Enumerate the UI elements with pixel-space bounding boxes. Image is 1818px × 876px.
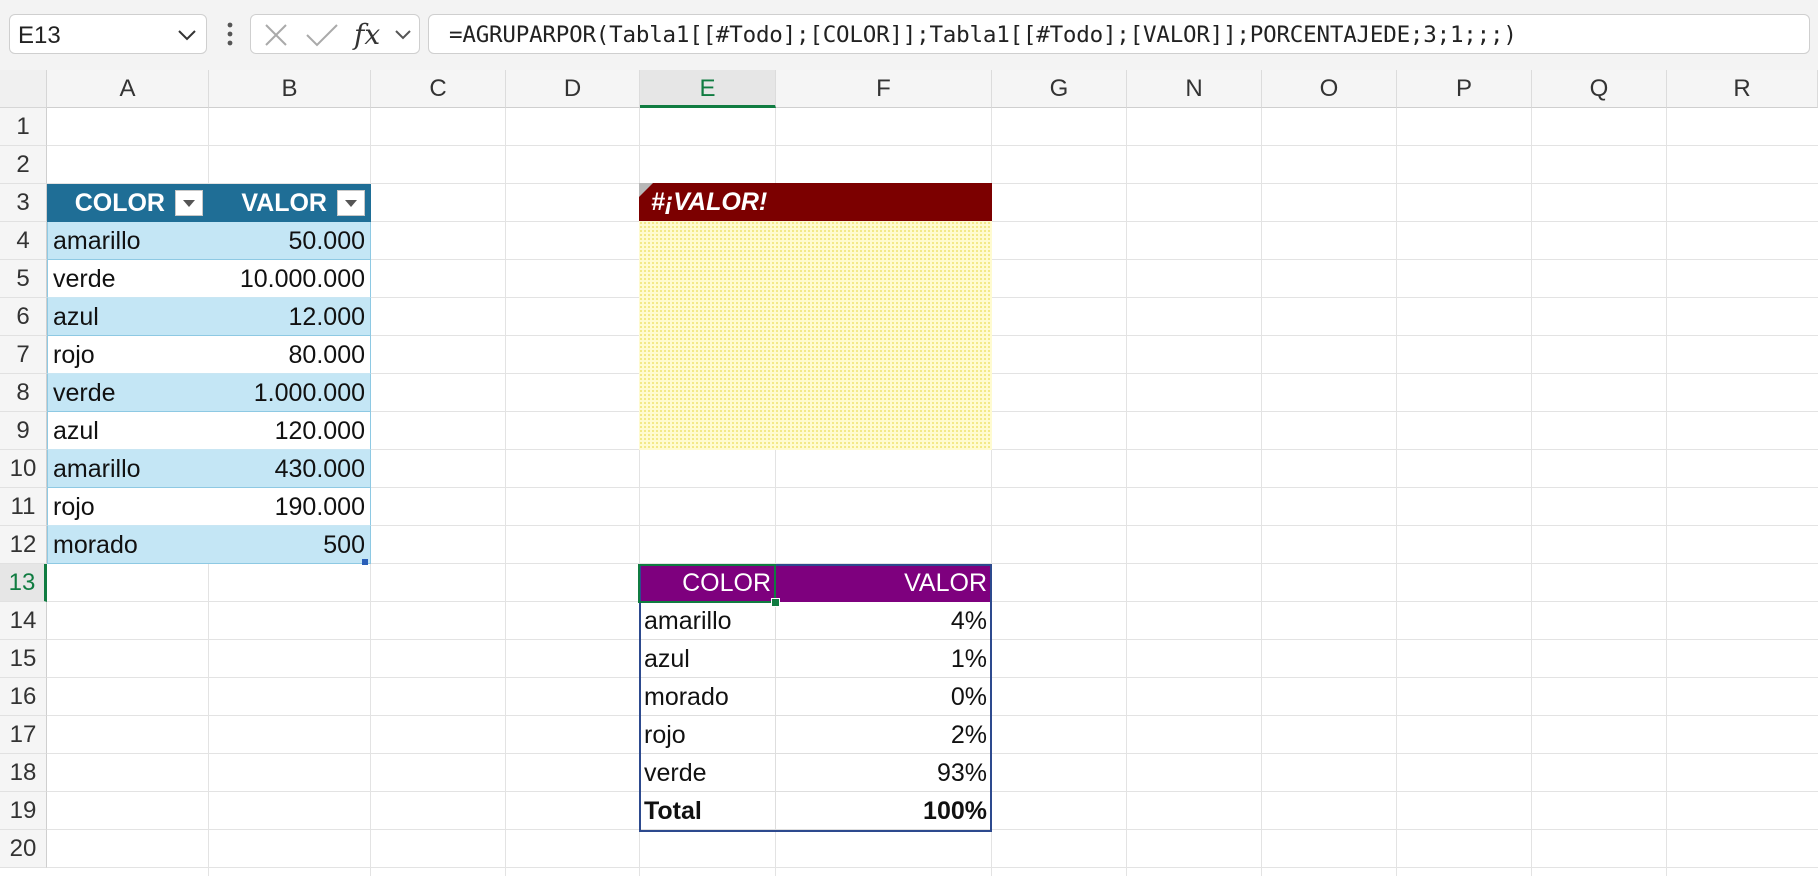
column-header-e[interactable]: E [640, 70, 776, 108]
row-header-18[interactable]: 18 [0, 754, 47, 792]
row-header-16[interactable]: 16 [0, 678, 47, 716]
table1-cell[interactable]: 190.000 [209, 488, 371, 526]
row-header-6[interactable]: 6 [0, 298, 47, 336]
row-header-4[interactable]: 4 [0, 222, 47, 260]
row-header-20[interactable]: 20 [0, 830, 47, 868]
table1-cell[interactable]: azul [47, 298, 209, 336]
column-header-f[interactable]: F [776, 70, 992, 108]
formula-buttons: fx [250, 14, 420, 54]
column-header-o[interactable]: O [1262, 70, 1397, 108]
column-header-r[interactable]: R [1667, 70, 1818, 108]
row-header-19[interactable]: 19 [0, 792, 47, 830]
table1-cell[interactable]: 1.000.000 [209, 374, 371, 412]
result-cell[interactable]: 1% [776, 640, 992, 678]
formula-input[interactable]: =AGRUPARPOR(Tabla1[[#Todo];[COLOR]];Tabl… [428, 14, 1810, 54]
chevron-down-icon[interactable] [176, 25, 198, 45]
error-indicator-icon[interactable] [639, 183, 653, 197]
table1-cell[interactable]: amarillo [47, 450, 209, 488]
result-cell[interactable]: verde [639, 754, 776, 792]
active-cell-selection[interactable] [638, 564, 776, 603]
table1-cell[interactable]: verde [47, 260, 209, 298]
table1-cell[interactable]: 12.000 [209, 298, 371, 336]
row-header-14[interactable]: 14 [0, 602, 47, 640]
formula-text: =AGRUPARPOR(Tabla1[[#Todo];[COLOR]];Tabl… [449, 22, 1517, 48]
more-options-icon[interactable] [222, 20, 238, 48]
column-header-b[interactable]: B [209, 70, 371, 108]
result-total-value[interactable]: 100% [776, 792, 992, 830]
select-all-corner[interactable] [0, 70, 47, 108]
table-resize-handle[interactable] [362, 559, 368, 565]
result-total-label[interactable]: Total [639, 792, 776, 830]
row-header-2[interactable]: 2 [0, 146, 47, 184]
result-cell[interactable]: rojo [639, 716, 776, 754]
row-header-13[interactable]: 13 [0, 564, 47, 602]
table1-cell[interactable]: 10.000.000 [209, 260, 371, 298]
insert-function-icon[interactable]: fx [354, 18, 380, 51]
table1-cell[interactable]: morado [47, 526, 209, 564]
row-header-12[interactable]: 12 [0, 526, 47, 564]
table1-cell[interactable]: 50.000 [209, 222, 371, 260]
column-header-p[interactable]: P [1397, 70, 1532, 108]
table1-cell[interactable]: amarillo [47, 222, 209, 260]
row-header-1[interactable]: 1 [0, 108, 47, 146]
table1-cell[interactable]: azul [47, 412, 209, 450]
result-cell[interactable]: amarillo [639, 602, 776, 640]
result-cell[interactable]: 0% [776, 678, 992, 716]
name-box[interactable]: E13 [9, 14, 207, 54]
column-header-g[interactable]: G [992, 70, 1127, 108]
result-header-valor[interactable]: VALOR [776, 564, 992, 602]
row-header-8[interactable]: 8 [0, 374, 47, 412]
table1-cell[interactable]: 500 [209, 526, 371, 564]
column-header-q[interactable]: Q [1532, 70, 1667, 108]
table1-cell[interactable]: 430.000 [209, 450, 371, 488]
row-header-17[interactable]: 17 [0, 716, 47, 754]
row-header-10[interactable]: 10 [0, 450, 47, 488]
column-header-a[interactable]: A [47, 70, 209, 108]
formula-bar: E13 fx =AGRUPARPOR(Tabla1[[#Todo];[COLOR… [0, 0, 1818, 71]
result-cell[interactable]: azul [639, 640, 776, 678]
row-header-11[interactable]: 11 [0, 488, 47, 526]
filter-dropdown-icon[interactable] [337, 190, 365, 216]
table1-cell[interactable]: verde [47, 374, 209, 412]
column-header-d[interactable]: D [506, 70, 640, 108]
row-header-7[interactable]: 7 [0, 336, 47, 374]
table1-cell[interactable]: 120.000 [209, 412, 371, 450]
error-value-cell[interactable]: #¡VALOR! [639, 183, 992, 221]
cancel-icon[interactable] [263, 23, 289, 47]
row-header-15[interactable]: 15 [0, 640, 47, 678]
table1-cell[interactable]: rojo [47, 488, 209, 526]
result-cell[interactable]: 4% [776, 602, 992, 640]
result-cell[interactable]: 2% [776, 716, 992, 754]
column-header-n[interactable]: N [1127, 70, 1262, 108]
row-header-9[interactable]: 9 [0, 412, 47, 450]
enter-check-icon[interactable] [305, 23, 339, 47]
table1-cell[interactable]: rojo [47, 336, 209, 374]
row-header-3[interactable]: 3 [0, 184, 47, 222]
name-box-value: E13 [18, 22, 61, 49]
chevron-down-icon[interactable] [393, 27, 413, 43]
result-cell[interactable]: 93% [776, 754, 992, 792]
column-header-c[interactable]: C [371, 70, 506, 108]
table1-cell[interactable]: 80.000 [209, 336, 371, 374]
fill-handle[interactable] [771, 598, 780, 607]
row-header-5[interactable]: 5 [0, 260, 47, 298]
filter-dropdown-icon[interactable] [175, 190, 203, 216]
error-spill-area[interactable] [639, 221, 992, 450]
result-cell[interactable]: morado [639, 678, 776, 716]
